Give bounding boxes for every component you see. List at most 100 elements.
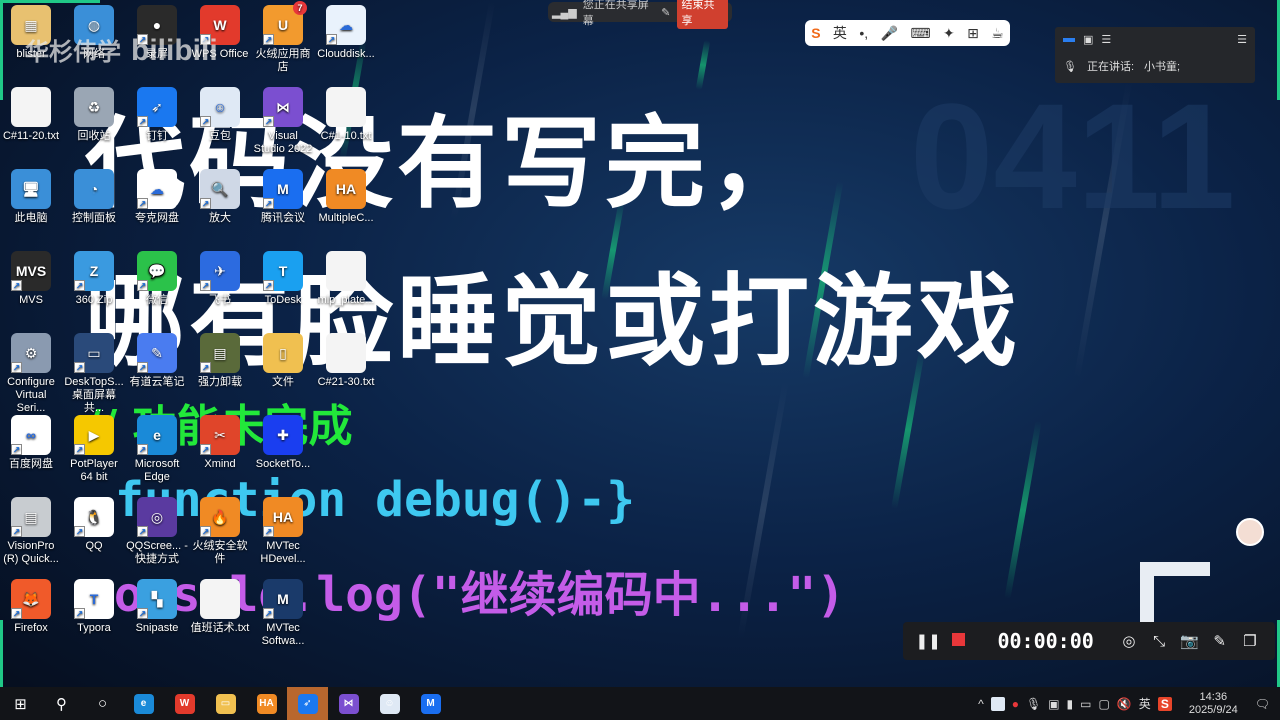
sogou-logo-icon[interactable]: S bbox=[811, 25, 820, 41]
desktop-icon[interactable]: ♻ 回收站 bbox=[63, 87, 125, 143]
desktop-icon[interactable]: ✈ ↗ 飞书 bbox=[189, 251, 251, 307]
system-tray: ^ ● 🎙 ▣ ▮ ▭ ▢ 🔇 英 S 14:36 2025/9/24 🗨 bbox=[978, 691, 1280, 717]
app-icon: 💬 ↗ bbox=[137, 251, 177, 291]
desktop-icon[interactable]: ⋈ ↗ Visual Studio 2022 bbox=[252, 87, 314, 156]
shortcut-arrow-icon: ↗ bbox=[263, 280, 274, 291]
desktop-icon[interactable]: T ↗ ToDesk bbox=[252, 251, 314, 307]
taskbar-dingtalk[interactable]: ➶ bbox=[287, 687, 328, 720]
app-icon bbox=[326, 251, 366, 291]
desktop-icon-label: Snipaste bbox=[135, 622, 179, 634]
desktop-icon[interactable]: ▚ ↗ Snipaste bbox=[126, 579, 188, 635]
taskbar-wps[interactable]: W bbox=[164, 687, 205, 720]
desktop-icon[interactable]: ⚙ ↗ Configure Virtual Seri... bbox=[0, 333, 62, 415]
desktop-icon[interactable]: C#1-10.txt bbox=[315, 87, 377, 143]
desktop-icon[interactable]: ✚ SocketTo... bbox=[252, 415, 314, 471]
end-share-button[interactable]: 结束共享 bbox=[676, 0, 728, 29]
desktop-icon[interactable]: ∞ ↗ 百度网盘 bbox=[0, 415, 62, 471]
desktop-icon[interactable]: HA MultipleC... bbox=[315, 169, 377, 225]
annotate-icon[interactable]: ✎ bbox=[661, 6, 670, 19]
desktop-icon-label: mlp_plate... bbox=[317, 294, 375, 306]
window-icon[interactable]: ▣ bbox=[1083, 33, 1093, 46]
mic-icon[interactable]: 🎙 bbox=[1026, 697, 1041, 711]
region-icon[interactable]: ◎ bbox=[1114, 632, 1144, 650]
desktop-icon[interactable]: ◎ ↗ QQScree... - 快捷方式 bbox=[126, 497, 188, 566]
desktop-icon[interactable]: HA ↗ MVTec HDevel... bbox=[252, 497, 314, 566]
ime-toolbox-icon[interactable]: ⊞ bbox=[967, 25, 979, 42]
restore-icon[interactable]: ❐ bbox=[1235, 632, 1265, 650]
desktop-icon-label: 百度网盘 bbox=[9, 458, 53, 470]
desktop-icon[interactable]: 🦊 ↗ Firefox bbox=[0, 579, 62, 635]
desktop-icon[interactable]: 🐧 ↗ QQ bbox=[63, 497, 125, 553]
app-icon: ⋈ ↗ bbox=[263, 87, 303, 127]
cortana-icon[interactable]: ○ bbox=[82, 687, 123, 720]
collapse-icon[interactable]: ☰ bbox=[1237, 33, 1247, 46]
desktop-icon[interactable]: M ↗ 腾讯会议 bbox=[252, 169, 314, 225]
ime-punct-toggle[interactable]: •, bbox=[859, 25, 868, 41]
desktop-icon[interactable]: ➶ ↗ 钉钉 bbox=[126, 87, 188, 143]
ime-keyboard-icon[interactable]: ⌨ bbox=[910, 25, 930, 42]
chevron-up-icon[interactable]: ^ bbox=[978, 697, 984, 711]
floating-avatar[interactable] bbox=[1236, 518, 1264, 546]
network-icon[interactable]: ▢ bbox=[1099, 697, 1110, 711]
desktop-icon-label: 文件 bbox=[272, 376, 294, 388]
search-icon[interactable]: ⚲ bbox=[41, 687, 82, 720]
desktop-icon[interactable]: 🔍 ↗ 放大 bbox=[189, 169, 251, 225]
bookmark-icon[interactable]: ▮ bbox=[1067, 697, 1074, 711]
battery-icon[interactable]: ▭ bbox=[1080, 697, 1091, 711]
desktop-icon[interactable]: C#21-30.txt bbox=[315, 333, 377, 389]
taskbar-edge[interactable]: e bbox=[123, 687, 164, 720]
ime-extra-icon[interactable]: ☕ bbox=[991, 25, 1004, 42]
menu-icon[interactable]: ☰ bbox=[1101, 33, 1111, 46]
taskbar-halcon[interactable]: HA bbox=[246, 687, 287, 720]
desktop-icon[interactable]: ▶ ↗ PotPlayer 64 bit bbox=[63, 415, 125, 484]
start-button[interactable]: ⊞ bbox=[0, 687, 41, 720]
mic-icon[interactable]: 🎙 bbox=[1063, 60, 1077, 73]
desktop-icon[interactable]: mlp_plate... bbox=[315, 251, 377, 307]
ime-voice-icon[interactable]: 🎤 bbox=[881, 25, 898, 42]
desktop-icon[interactable]: ▤ ↗ 强力卸载 bbox=[189, 333, 251, 389]
desktop-icon[interactable]: ☁ ↗ Clouddisk... bbox=[315, 5, 377, 61]
desktop-icon[interactable]: 🔥 ↗ 火绒安全软件 bbox=[189, 497, 251, 566]
pen-icon[interactable]: ✎ bbox=[1205, 632, 1235, 650]
desktop-icon[interactable]: ▯ 文件 bbox=[252, 333, 314, 389]
clock[interactable]: 14:36 2025/9/24 bbox=[1189, 691, 1238, 717]
ime-skin-icon[interactable]: ✦ bbox=[943, 25, 955, 42]
taskbar-doubao[interactable]: ☺ bbox=[369, 687, 410, 720]
desktop-icon[interactable]: ☁ ↗ 夸克网盘 bbox=[126, 169, 188, 225]
taskbar-tencent-meeting[interactable]: M bbox=[410, 687, 451, 720]
desktop-icon[interactable]: ▤ ↗ VisionPro (R) Quick... bbox=[0, 497, 62, 566]
desktop-icon[interactable]: Z ↗ 360 Zip bbox=[63, 251, 125, 307]
desktop-icon[interactable]: U ↗ 7 火绒应用商店 bbox=[252, 1, 314, 74]
desktop-icon[interactable]: e ↗ Microsoft Edge bbox=[126, 415, 188, 484]
desktop-icon[interactable]: ▭ ↗ DeskTopS... 桌面屏幕共... bbox=[63, 333, 125, 415]
taskbar-visual-studio[interactable]: ⋈ bbox=[328, 687, 369, 720]
desktop-icon[interactable]: 💬 ↗ 微信 bbox=[126, 251, 188, 307]
tray-avatar-icon[interactable] bbox=[990, 696, 1005, 711]
taskbar-file-explorer[interactable]: ▭ bbox=[205, 687, 246, 720]
desktop-icon[interactable]: C#11-20.txt bbox=[0, 87, 62, 143]
desktop-icon[interactable]: 值班话术.txt bbox=[189, 579, 251, 635]
notification-icon[interactable]: 🗨 bbox=[1255, 697, 1270, 711]
ime-lang-toggle[interactable]: 英 bbox=[833, 23, 847, 43]
desktop-icon[interactable]: MVS ↗ MVS bbox=[0, 251, 62, 307]
screen-share-icon[interactable]: ▣ bbox=[1048, 697, 1059, 711]
desktop-icon[interactable]: 🖥 此电脑 bbox=[0, 169, 62, 225]
desktop-icon[interactable]: ✂ ↗ Xmind bbox=[189, 415, 251, 471]
volume-muted-icon[interactable]: 🔇 bbox=[1117, 697, 1132, 711]
stop-button[interactable] bbox=[943, 632, 973, 650]
shrink-icon[interactable]: ⤡ bbox=[1144, 633, 1174, 650]
desktop-icon[interactable]: ☺ ↗ 豆包 bbox=[189, 87, 251, 143]
sogou-icon[interactable]: S bbox=[1157, 696, 1172, 711]
share-status: 您正在共享屏幕 bbox=[582, 0, 649, 27]
minimize-icon[interactable] bbox=[1063, 37, 1075, 42]
desktop-icon[interactable]: M ↗ MVTec Softwa... bbox=[252, 579, 314, 648]
input-lang[interactable]: 英 bbox=[1139, 695, 1151, 712]
app-icon: ♻ bbox=[74, 87, 114, 127]
record-icon[interactable]: ● bbox=[1012, 697, 1019, 711]
desktop-icon[interactable]: T ↗ Typora bbox=[63, 579, 125, 635]
desktop-icon[interactable]: ✎ ↗ 有道云笔记 bbox=[126, 333, 188, 389]
pause-button[interactable]: ❚❚ bbox=[913, 632, 943, 650]
camera-icon[interactable]: 📷 bbox=[1174, 632, 1204, 650]
desktop-icon[interactable]: ◔ 控制面板 bbox=[63, 169, 125, 225]
app-icon: HA bbox=[326, 169, 366, 209]
